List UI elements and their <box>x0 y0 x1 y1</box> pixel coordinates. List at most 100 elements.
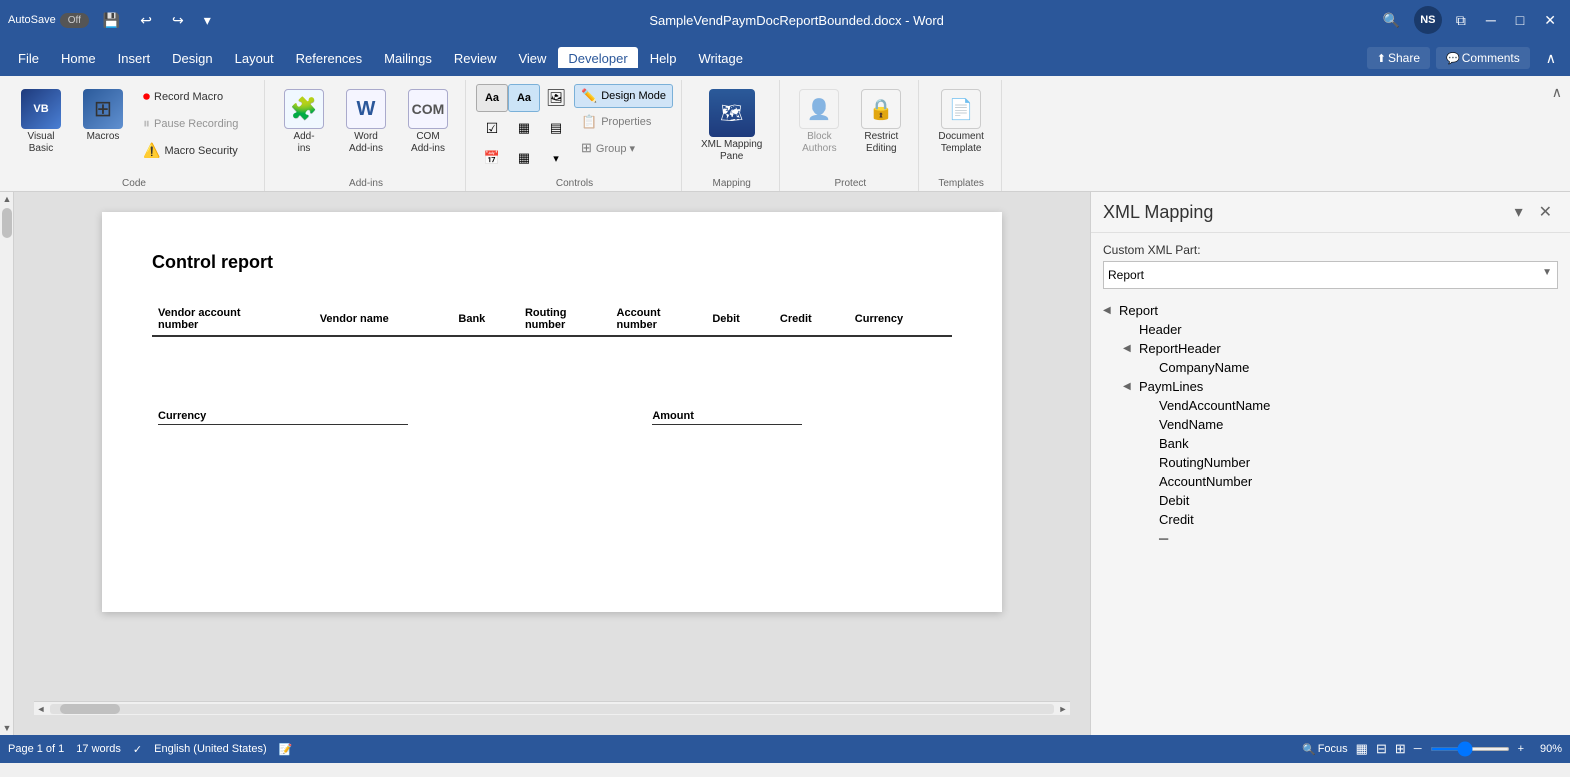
word-count: 17 words <box>76 743 121 755</box>
layout-web-view-btn[interactable]: ⊟ <box>1376 741 1387 757</box>
checkbox-button[interactable]: ☑ <box>476 114 508 142</box>
menu-design[interactable]: Design <box>162 47 222 70</box>
maximize-button[interactable]: □ <box>1510 10 1530 30</box>
combo-box-button[interactable]: ▦ <box>508 114 540 142</box>
save-button[interactable]: 💾 <box>97 10 126 31</box>
focus-button[interactable]: 🔍 Focus <box>1302 743 1348 756</box>
track-changes-icon[interactable]: 📝 <box>279 743 293 756</box>
menu-review[interactable]: Review <box>444 47 507 70</box>
add-ins-icon: 🧩 <box>284 89 324 129</box>
xml-mapping-pane-button[interactable]: 🗺 XML MappingPane <box>692 84 771 168</box>
pause-recording-icon: ⏸ <box>143 115 150 132</box>
xml-panel-expand-btn[interactable]: ▾ <box>1509 200 1529 224</box>
menu-bar: File Home Insert Design Layout Reference… <box>0 40 1570 76</box>
scroll-thumb[interactable] <box>2 208 12 238</box>
picture-button[interactable]: 🖼 <box>540 84 572 112</box>
ribbon-group-protect: 👤 BlockAuthors 🔒 RestrictEditing Protect <box>782 80 919 191</box>
restrict-editing-label: RestrictEditing <box>864 131 898 155</box>
xml-tree-item-companyname[interactable]: CompanyName <box>1103 358 1558 377</box>
visual-basic-button[interactable]: VB VisualBasic <box>12 84 70 160</box>
menu-references[interactable]: References <box>286 47 372 70</box>
zoom-slider[interactable] <box>1430 747 1510 751</box>
xml-tree-item-header[interactable]: Header <box>1103 320 1558 339</box>
menu-layout[interactable]: Layout <box>225 47 284 70</box>
scroll-right-btn[interactable]: ► <box>1056 702 1070 716</box>
expand-report: ◀ <box>1103 305 1115 316</box>
scroll-up-btn[interactable]: ▲ <box>0 192 14 206</box>
autosave-toggle[interactable]: Off <box>60 13 89 28</box>
language[interactable]: English (United States) <box>154 743 267 755</box>
spell-check-icon[interactable]: ✓ <box>133 743 142 756</box>
date-picker-button[interactable]: 📅 <box>476 144 508 172</box>
xml-tree-item-partial[interactable]: ─ <box>1103 529 1558 548</box>
macros-button[interactable]: ⊞ Macros <box>74 84 132 148</box>
xml-tree-item-reportheader[interactable]: ◀ ReportHeader <box>1103 339 1558 358</box>
col-debit: Debit <box>706 303 774 336</box>
properties-button[interactable]: 📋 Properties <box>574 110 673 134</box>
user-avatar[interactable]: NS <box>1414 6 1442 34</box>
restore-button[interactable]: ⧉ <box>1450 10 1472 31</box>
document-template-button[interactable]: 📄 DocumentTemplate <box>929 84 993 160</box>
minimize-button[interactable]: ─ <box>1480 10 1502 30</box>
restrict-editing-button[interactable]: 🔒 RestrictEditing <box>852 84 910 160</box>
comments-button[interactable]: 💬 Comments <box>1436 47 1530 69</box>
xml-tree-item-accountnumber[interactable]: AccountNumber <box>1103 472 1558 491</box>
xml-panel-close-btn[interactable]: ✕ <box>1533 200 1558 224</box>
search-button[interactable]: 🔍 <box>1376 10 1405 31</box>
addins-group-content: 🧩 Add-ins W WordAdd-ins COM COMAdd-ins <box>273 80 459 176</box>
undo-button[interactable]: ↩ <box>134 10 158 31</box>
redo-button[interactable]: ↪ <box>166 10 190 31</box>
menu-file[interactable]: File <box>8 47 49 70</box>
layout-read-view-btn[interactable]: ⊞ <box>1395 741 1406 757</box>
ribbon-options-button[interactable]: ∧ <box>1548 80 1566 105</box>
rich-text-content-button[interactable]: Aa <box>476 84 508 112</box>
zoom-level[interactable]: 90% <box>1532 743 1562 755</box>
customize-toolbar-button[interactable]: ▾ <box>198 10 217 31</box>
share-button[interactable]: ⬆ Share <box>1367 47 1430 69</box>
vertical-scrollbar[interactable]: ▲ ▼ <box>0 192 14 735</box>
macro-security-button[interactable]: ⚠️ Macro Security <box>136 138 256 163</box>
ribbon-collapse-button[interactable]: ∧ <box>1540 48 1562 69</box>
zoom-out-btn[interactable]: ─ <box>1414 743 1422 755</box>
horizontal-scrollbar[interactable]: ◄ ► <box>34 701 1070 715</box>
xml-tree-item-credit[interactable]: Credit <box>1103 510 1558 529</box>
group-button[interactable]: ⊞ Group ▾ <box>574 136 673 160</box>
menu-developer[interactable]: Developer <box>558 47 637 70</box>
xml-tree-item-paymlines[interactable]: ◀ PaymLines <box>1103 377 1558 396</box>
pause-recording-button[interactable]: ⏸ Pause Recording <box>136 111 256 136</box>
legacy-tools-button[interactable]: ▾ <box>540 144 572 172</box>
menu-help[interactable]: Help <box>640 47 687 70</box>
menu-view[interactable]: View <box>508 47 556 70</box>
expand-paymlines: ◀ <box>1123 381 1135 392</box>
drop-down-button[interactable]: ▤ <box>540 114 572 142</box>
building-block-button[interactable]: ▦ <box>508 144 540 172</box>
menu-writage[interactable]: Writage <box>688 47 753 70</box>
design-mode-button[interactable]: ✏️ Design Mode <box>574 84 673 108</box>
layout-print-view-btn[interactable]: ▦ <box>1356 741 1368 757</box>
xml-tree-item-debit[interactable]: Debit <box>1103 491 1558 510</box>
xml-node-header: Header <box>1139 322 1182 337</box>
xml-tree-item-vendname[interactable]: VendName <box>1103 415 1558 434</box>
xml-tree-item-report[interactable]: ◀ Report <box>1103 301 1558 320</box>
xml-tree-item-routingnumber[interactable]: RoutingNumber <box>1103 453 1558 472</box>
xml-tree-item-bank[interactable]: Bank <box>1103 434 1558 453</box>
block-authors-label: BlockAuthors <box>802 131 836 155</box>
menu-insert[interactable]: Insert <box>108 47 161 70</box>
xml-part-dropdown[interactable]: Report <box>1103 261 1558 289</box>
close-button[interactable]: ✕ <box>1538 10 1562 31</box>
add-ins-button[interactable]: 🧩 Add-ins <box>275 84 333 160</box>
xml-tree-item-vendaccountname[interactable]: VendAccountName <box>1103 396 1558 415</box>
word-add-ins-button[interactable]: W WordAdd-ins <box>337 84 395 160</box>
plain-text-button[interactable]: Aa <box>508 84 540 112</box>
templates-group-content: 📄 DocumentTemplate <box>927 80 995 176</box>
zoom-in-btn[interactable]: + <box>1518 743 1524 755</box>
hscroll-thumb[interactable] <box>60 704 120 714</box>
scroll-down-btn[interactable]: ▼ <box>0 721 14 735</box>
block-authors-button[interactable]: 👤 BlockAuthors <box>790 84 848 160</box>
xml-node-partial: ─ <box>1159 531 1168 546</box>
scroll-left-btn[interactable]: ◄ <box>34 702 48 716</box>
menu-home[interactable]: Home <box>51 47 106 70</box>
menu-mailings[interactable]: Mailings <box>374 47 442 70</box>
record-macro-button[interactable]: ⏺ Record Macro <box>136 84 256 109</box>
com-add-ins-button[interactable]: COM COMAdd-ins <box>399 84 457 160</box>
